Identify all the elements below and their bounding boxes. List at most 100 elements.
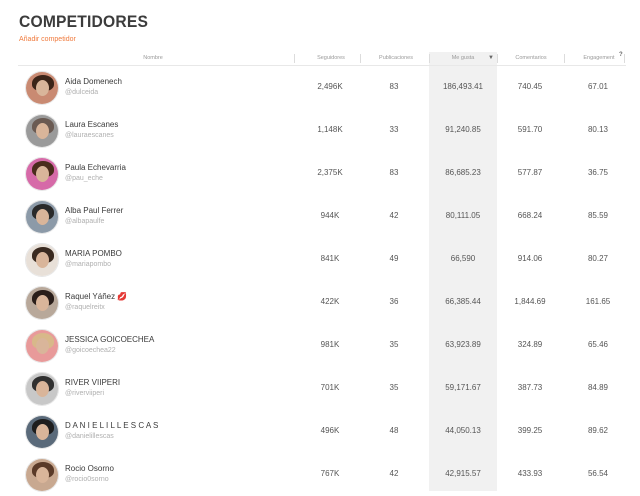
avatar[interactable] [25,200,59,234]
posts-value: 33 [389,125,399,134]
followers-value: 981K [320,340,340,349]
competitor-name[interactable]: MARIA POMBO [65,249,122,258]
add-competitor-link[interactable]: Añadir competidor [19,36,76,43]
followers-value: 1,148K [317,125,343,134]
table-row[interactable]: MARIA POMBO @mariapombo 841K 49 66,590 9… [18,238,626,281]
engagement-value: 84.89 [587,383,609,392]
table-row[interactable]: Paula Echevarria @pau_eche 2,375K 83 86,… [18,152,626,195]
comments-value: 1,844.69 [514,297,546,306]
likes-value: 44,050.13 [445,426,481,435]
competitor-name[interactable]: D A N I E L I L L E S C A S [65,421,158,430]
comments-value: 668.24 [517,211,543,220]
posts-value: 83 [389,82,399,91]
avatar[interactable] [25,157,59,191]
likes-value: 91,240.85 [445,125,481,134]
posts-value: 35 [389,383,399,392]
avatar[interactable] [25,329,59,363]
engagement-value: 89.62 [587,426,609,435]
comments-value: 387.73 [517,383,543,392]
followers-value: 767K [320,469,340,478]
posts-value: 48 [389,426,399,435]
competitor-name[interactable]: Aida Domenech [65,77,122,86]
comments-value: 399.25 [517,426,543,435]
posts-value: 42 [389,211,399,220]
avatar[interactable] [25,286,59,320]
column-header-comments[interactable]: Comentarios [498,55,564,61]
likes-value: 63,923.89 [445,340,481,349]
competitors-table: Nombre Seguidores Publicaciones Me gusta… [18,52,626,496]
competitor-name[interactable]: Paula Echevarria [65,163,126,172]
followers-value: 841K [320,254,340,263]
engagement-value: 161.65 [585,297,611,306]
table-row[interactable]: RIVER VIIPERI @riverviiperi 701K 35 59,1… [18,367,626,410]
engagement-value: 80.27 [587,254,609,263]
avatar[interactable] [25,71,59,105]
likes-value: 66,590 [450,254,476,263]
likes-value: 186,493.41 [442,82,484,91]
column-header-name[interactable]: Nombre [113,55,193,61]
avatar[interactable] [25,458,59,492]
column-divider [624,54,625,63]
posts-value: 42 [389,469,399,478]
competitor-handle: @goicoechea22 [65,347,116,354]
sort-down-icon[interactable]: ▼ [488,55,494,61]
posts-value: 36 [389,297,399,306]
table-row[interactable]: JESSICA GOICOECHEA @goicoechea22 981K 35… [18,324,626,367]
competitor-handle: @mariapombo [65,261,112,268]
competitor-name[interactable]: Raquel Yáñez [65,292,115,301]
comments-value: 914.06 [517,254,543,263]
competitor-handle: @riverviiperi [65,390,104,397]
likes-value: 86,685.23 [445,168,481,177]
competitor-handle: @danielillescas [65,433,114,440]
avatar[interactable] [25,114,59,148]
posts-value: 49 [389,254,399,263]
competitor-handle: @rocio0sorno [65,476,109,483]
table-row[interactable]: Raquel Yáñez 💋 @raquelreitx 422K 36 66,38… [18,281,626,324]
avatar[interactable] [25,243,59,277]
competitor-handle: @raquelreitx [65,304,105,311]
likes-value: 66,385.44 [445,297,481,306]
competitor-handle: @albapaulfe [65,218,105,225]
followers-value: 496K [320,426,340,435]
competitor-handle: @dulceida [65,89,99,96]
table-row[interactable]: Rocio Osorno @rocio0sorno 767K 42 42,915… [18,453,626,496]
comments-value: 740.45 [517,82,543,91]
competitor-handle: @pau_eche [65,175,103,182]
followers-value: 2,496K [317,82,343,91]
engagement-value: 56.54 [587,469,609,478]
competitor-handle: @lauraescanes [65,132,114,139]
competitor-name[interactable]: RIVER VIIPERI [65,378,120,387]
competitor-name[interactable]: Alba Paul Ferrer [65,206,123,215]
engagement-value: 65.46 [587,340,609,349]
followers-value: 2,375K [317,168,343,177]
page-title: COMPETIDORES [19,12,149,31]
followers-value: 422K [320,297,340,306]
comments-value: 577.87 [517,168,543,177]
engagement-value: 36.75 [587,168,609,177]
competitor-name[interactable]: JESSICA GOICOECHEA [65,335,154,344]
avatar[interactable] [25,415,59,449]
followers-value: 701K [320,383,340,392]
competitor-name[interactable]: Rocio Osorno [65,464,114,473]
likes-value: 59,171.67 [445,383,481,392]
table-row[interactable]: Aida Domenech @dulceida 2,496K 83 186,49… [18,66,626,109]
engagement-value: 67.01 [587,82,609,91]
avatar[interactable] [25,372,59,406]
column-header-posts[interactable]: Publicaciones [361,55,431,61]
engagement-value: 85.59 [587,211,609,220]
table-row[interactable]: D A N I E L I L L E S C A S @danielilles… [18,410,626,453]
column-header-likes[interactable]: Me gusta [430,55,496,61]
table-row[interactable]: Alba Paul Ferrer @albapaulfe 944K 42 80,… [18,195,626,238]
likes-value: 80,111.05 [445,211,481,220]
comments-value: 591.70 [517,125,543,134]
column-divider [564,54,565,63]
column-header-followers[interactable]: Seguidores [295,55,367,61]
table-row[interactable]: Laura Escanes @lauraescanes 1,148K 33 91… [18,109,626,152]
engagement-value: 80.13 [587,125,609,134]
question-icon[interactable]: ? [619,52,623,58]
posts-value: 35 [389,340,399,349]
competitor-name[interactable]: Laura Escanes [65,120,118,129]
followers-value: 944K [320,211,340,220]
posts-value: 83 [389,168,399,177]
comments-value: 433.93 [517,469,543,478]
